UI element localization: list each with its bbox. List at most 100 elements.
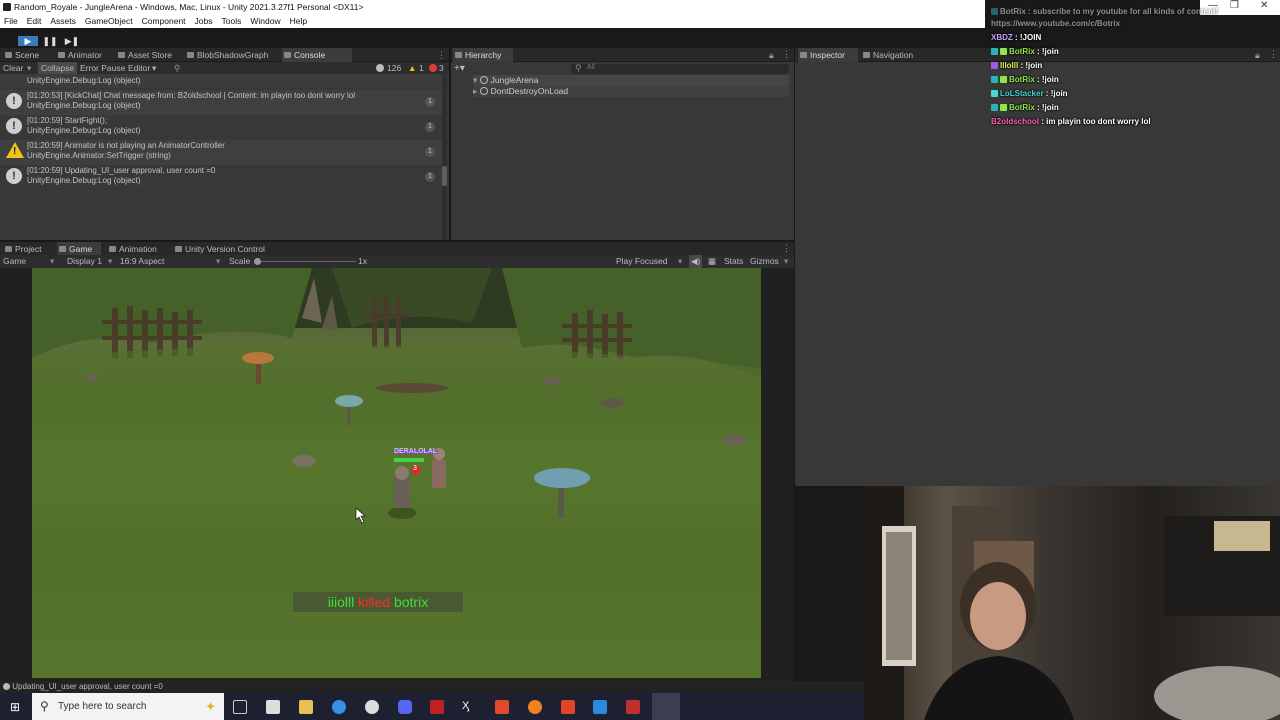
verified-badge-icon — [1000, 104, 1007, 111]
menu-tools[interactable]: Tools — [222, 15, 242, 28]
hierarchy-item-junglearena[interactable]: ▾ JungleArena — [473, 75, 789, 86]
more-options-icon[interactable]: ⋮ — [1269, 49, 1278, 60]
bot-badge-icon — [991, 48, 998, 55]
console-row[interactable]: ! [01:20:59] Updating_UI_user approval, … — [0, 165, 445, 190]
gizmos-button[interactable]: Gizmos — [750, 255, 779, 268]
warning-count-icon: ▲ — [408, 63, 417, 73]
console-scrollbar[interactable] — [442, 74, 447, 240]
player-number-badge: 3 — [413, 465, 417, 472]
status-bar[interactable]: Updating_UI_user approval, user count =0 — [0, 681, 864, 693]
chat-message: Illolll : !join — [991, 61, 1042, 70]
pause-button[interactable]: ❚❚ — [40, 36, 60, 46]
chrome-icon[interactable] — [332, 700, 346, 714]
scale-slider-thumb[interactable] — [254, 258, 261, 265]
stats-button[interactable]: Stats — [724, 255, 743, 268]
info-icon: ! — [6, 168, 22, 184]
task-view-icon[interactable] — [233, 700, 247, 714]
app-icon[interactable] — [266, 700, 280, 714]
scale-slider[interactable] — [254, 258, 356, 265]
app-icon[interactable] — [430, 700, 444, 714]
console-row-count: 1 — [425, 122, 435, 132]
error-pause-toggle[interactable]: Error Pause — [80, 62, 125, 74]
menu-edit[interactable]: Edit — [27, 15, 42, 28]
play-mode-dropdown[interactable]: Play Focused — [616, 255, 668, 268]
windows-taskbar: ⊞ ⚲ Type here to search ✦ Ӽ — [0, 693, 864, 720]
discord-icon[interactable] — [398, 700, 412, 714]
tab-navigation[interactable]: Navigation — [861, 48, 913, 62]
navigation-icon — [863, 52, 870, 58]
scrollbar-thumb[interactable] — [442, 166, 447, 186]
unity-taskbar-icon[interactable] — [652, 693, 680, 720]
app-icon[interactable] — [626, 700, 640, 714]
step-button[interactable]: ▶❚ — [62, 36, 82, 46]
console-icon — [284, 52, 291, 58]
search-highlight-icon: ✦ — [205, 699, 216, 714]
tab-blob-shadow-graph[interactable]: BlobShadowGraph — [185, 48, 268, 62]
tab-asset-store[interactable]: Asset Store — [116, 48, 172, 62]
tab-hierarchy[interactable]: Hierarchy — [453, 48, 513, 62]
editor-dropdown[interactable]: Editor — [128, 62, 150, 74]
more-options-icon[interactable]: ⋮ — [782, 49, 791, 60]
windows-start-icon[interactable]: ⊞ — [10, 700, 20, 714]
chevron-down-icon: ▾ — [152, 63, 157, 73]
hierarchy-item-dontdestroyonload[interactable]: ▸ DontDestroyOnLoad — [473, 86, 789, 97]
play-button[interactable]: ▶ — [18, 36, 38, 46]
menu-gameobject[interactable]: GameObject — [85, 15, 133, 28]
console-row[interactable]: ! [01:20:59] Animator is not playing an … — [0, 140, 445, 165]
subscriber-badge-icon — [991, 90, 998, 97]
brave-icon[interactable] — [561, 700, 575, 714]
menu-component[interactable]: Component — [142, 15, 186, 28]
add-icon[interactable]: +▾ — [454, 63, 465, 74]
hierarchy-search-input[interactable]: ⚲ All — [571, 63, 789, 74]
close-button[interactable]: ✕ — [1260, 0, 1268, 11]
tab-game[interactable]: Game — [57, 242, 101, 256]
collapse-toggle[interactable]: Collapse — [38, 62, 78, 74]
console-row[interactable]: ! [01:20:59] StartFight(); UnityEngine.D… — [0, 115, 445, 140]
aspect-dropdown[interactable]: 16:9 Aspect — [120, 255, 164, 268]
tab-scene[interactable]: Scene — [3, 48, 39, 62]
console-row[interactable]: ! [01:20:53] [KickChat] Chat message fro… — [0, 90, 445, 115]
clear-dropdown-icon[interactable]: ▾ — [27, 62, 31, 74]
hierarchy-tab-bar: Hierarchy 🔒︎ ⋮ — [451, 48, 794, 62]
chat-message: B2oldschool : im playin too dont worry l… — [991, 117, 1151, 126]
menu-help[interactable]: Help — [290, 15, 307, 28]
display-dropdown[interactable]: Display 1 — [67, 255, 102, 268]
tab-project[interactable]: Project — [3, 242, 41, 256]
lock-icon[interactable]: 🔒︎ — [1255, 50, 1260, 61]
game-view-dropdown[interactable]: Game — [3, 255, 26, 268]
blender-icon[interactable] — [528, 700, 542, 714]
tab-unity-version-control[interactable]: Unity Version Control — [173, 242, 265, 256]
menu-assets[interactable]: Assets — [50, 15, 76, 28]
menu-jobs[interactable]: Jobs — [195, 15, 213, 28]
clear-button[interactable]: Clear — [3, 62, 23, 74]
console-toolbar: Clear ▾ Collapse Error Pause Editor ▾ ⚲ … — [0, 62, 449, 74]
more-options-icon[interactable]: ⋮ — [782, 243, 791, 254]
taskbar-search-input[interactable]: ⚲ Type here to search ✦ — [32, 693, 224, 720]
game-viewport[interactable]: DERALOLAL 3 — [32, 268, 761, 678]
more-options-icon[interactable]: ⋮ — [437, 50, 446, 61]
chevron-down-icon: ▾ — [678, 256, 683, 266]
obs-icon[interactable] — [365, 700, 379, 714]
tab-animation[interactable]: Animation — [107, 242, 157, 256]
tab-inspector[interactable]: Inspector — [798, 48, 858, 62]
file-explorer-icon[interactable] — [299, 700, 313, 714]
error-count[interactable]: 3 — [439, 62, 444, 74]
tab-console[interactable]: Console — [282, 48, 352, 62]
lock-icon[interactable]: 🔒︎ — [769, 50, 774, 61]
unity-icon — [3, 3, 11, 11]
menu-file[interactable]: File — [4, 15, 18, 28]
app-icon[interactable] — [495, 700, 509, 714]
maximize-button[interactable]: ❐ — [1230, 0, 1239, 11]
menu-window[interactable]: Window — [250, 15, 280, 28]
hierarchy-icon — [455, 52, 462, 58]
warning-count[interactable]: 1 — [419, 62, 424, 74]
app-icon[interactable]: Ӽ — [462, 700, 476, 714]
console-row-partial[interactable]: UnityEngine.Debug:Log (object) — [0, 74, 445, 88]
keyboard-icon[interactable]: ▦ — [708, 255, 716, 268]
search-icon[interactable]: ⚲ — [174, 62, 180, 74]
vscode-icon[interactable] — [593, 700, 607, 714]
info-count[interactable]: 126 — [387, 62, 401, 74]
mute-audio-icon[interactable]: ◀) — [689, 255, 702, 268]
tab-animator[interactable]: Animator — [56, 48, 102, 62]
info-icon: ! — [6, 118, 22, 134]
